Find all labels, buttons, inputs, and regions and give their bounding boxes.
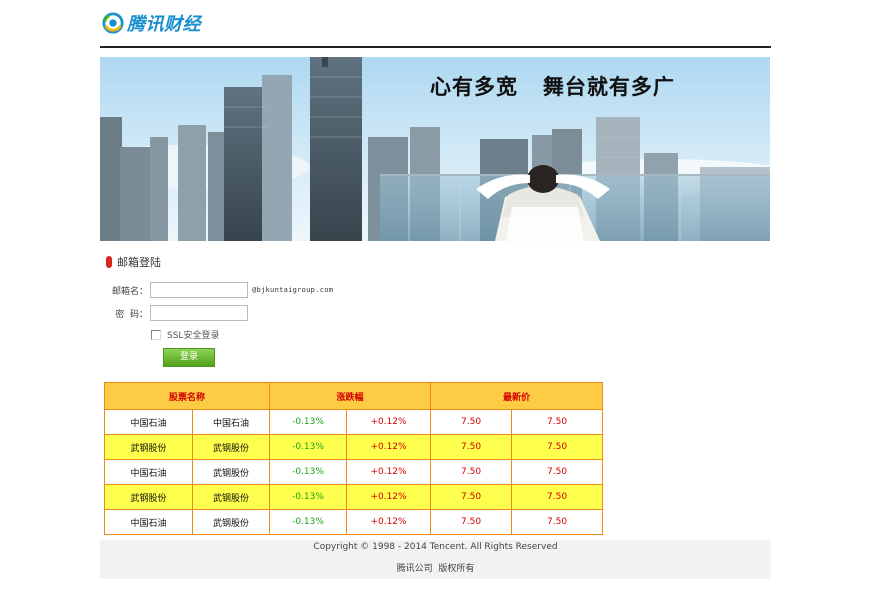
- page-footer: Copyright © 1998 - 2014 Tencent. All Rig…: [100, 540, 771, 579]
- column-header-price: 最新价: [430, 382, 604, 410]
- password-label: 密 码：: [115, 309, 148, 320]
- site-header: 腾讯财经: [100, 8, 771, 48]
- table-header-row: 股票名称 涨跌幅 最新价: [103, 382, 604, 410]
- company-text: 腾讯公司 版权所有: [396, 564, 475, 574]
- price-value: 7.50: [511, 509, 604, 535]
- stock-name[interactable]: 武钢股份: [104, 484, 193, 510]
- ssl-checkbox[interactable]: [151, 329, 161, 340]
- stock-name[interactable]: 中国石油: [104, 409, 193, 435]
- email-field[interactable]: [150, 282, 248, 298]
- change-value: +0.12%: [346, 434, 432, 460]
- login-button[interactable]: 登录: [163, 348, 215, 367]
- price-value: 7.50: [430, 434, 513, 460]
- price-value: 7.50: [430, 484, 513, 510]
- stock-quote-table: 股票名称 涨跌幅 最新价 中国石油 中国石油 -0.13% +0.12% 7.5…: [103, 382, 604, 535]
- price-value: 7.50: [511, 434, 604, 460]
- stock-name[interactable]: 武钢股份: [191, 434, 271, 460]
- table-row[interactable]: 武钢股份 武钢股份 -0.13% +0.12% 7.50 7.50: [104, 434, 604, 460]
- brand-name: 腾讯财经: [127, 14, 201, 35]
- change-value: -0.13%: [269, 459, 348, 485]
- change-value: -0.13%: [269, 409, 348, 435]
- change-value: -0.13%: [269, 509, 348, 535]
- stock-name[interactable]: 中国石油: [104, 509, 193, 535]
- change-value: -0.13%: [269, 434, 348, 460]
- price-value: 7.50: [430, 459, 513, 485]
- stock-name[interactable]: 武钢股份: [191, 459, 271, 485]
- password-field[interactable]: [150, 305, 248, 321]
- column-header-change: 涨跌幅: [269, 382, 432, 410]
- login-title-text: 邮箱登陆: [117, 256, 161, 269]
- price-value: 7.50: [511, 484, 604, 510]
- stock-name[interactable]: 武钢股份: [191, 509, 271, 535]
- ssl-login-option[interactable]: SSL安全登录: [151, 328, 219, 341]
- tencent-logo-icon: [102, 12, 124, 34]
- login-section-title: 邮箱登陆: [106, 254, 161, 270]
- table-row[interactable]: 武钢股份 武钢股份 -0.13% +0.12% 7.50 7.50: [104, 484, 604, 510]
- change-value: +0.12%: [346, 509, 432, 535]
- stock-name[interactable]: 中国石油: [104, 459, 193, 485]
- email-domain-suffix: @bjkuntaigroup.com: [252, 286, 334, 294]
- price-value: 7.50: [430, 509, 513, 535]
- table-row[interactable]: 中国石油 武钢股份 -0.13% +0.12% 7.50 7.50: [104, 509, 604, 535]
- change-value: -0.13%: [269, 484, 348, 510]
- stock-name[interactable]: 武钢股份: [104, 434, 193, 460]
- ssl-label: SSL安全登录: [167, 331, 220, 341]
- brand-logo[interactable]: 腾讯财经: [102, 10, 201, 36]
- stock-name[interactable]: 中国石油: [191, 409, 271, 435]
- price-value: 7.50: [511, 459, 604, 485]
- column-header-stock-name: 股票名称: [103, 382, 271, 410]
- password-row: 密 码：: [106, 305, 248, 321]
- banner-slogan: 心有多宽 舞台就有多广: [430, 74, 675, 99]
- change-value: +0.12%: [346, 409, 432, 435]
- mail-icon: [106, 256, 112, 268]
- stock-name[interactable]: 武钢股份: [191, 484, 271, 510]
- price-value: 7.50: [430, 409, 513, 435]
- table-row[interactable]: 中国石油 武钢股份 -0.13% +0.12% 7.50 7.50: [104, 459, 604, 485]
- email-label: 邮箱名：: [111, 286, 148, 297]
- change-value: +0.12%: [346, 459, 432, 485]
- copyright-text: Copyright © 1998 - 2014 Tencent. All Rig…: [313, 542, 558, 552]
- table-row[interactable]: 中国石油 中国石油 -0.13% +0.12% 7.50 7.50: [104, 409, 604, 435]
- email-row: 邮箱名： @bjkuntaigroup.com: [106, 282, 333, 298]
- price-value: 7.50: [511, 409, 604, 435]
- hero-banner: 心有多宽 舞台就有多广: [100, 57, 770, 241]
- change-value: +0.12%: [346, 484, 432, 510]
